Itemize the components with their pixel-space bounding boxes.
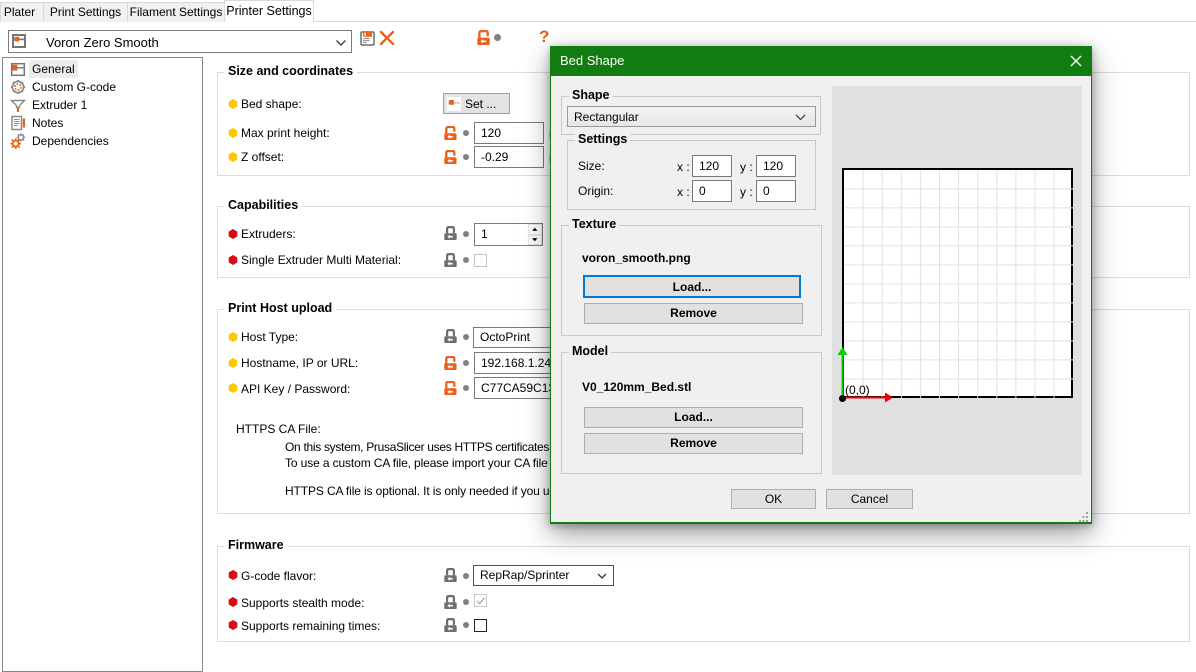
svg-text:(0,0): (0,0)	[845, 383, 870, 397]
